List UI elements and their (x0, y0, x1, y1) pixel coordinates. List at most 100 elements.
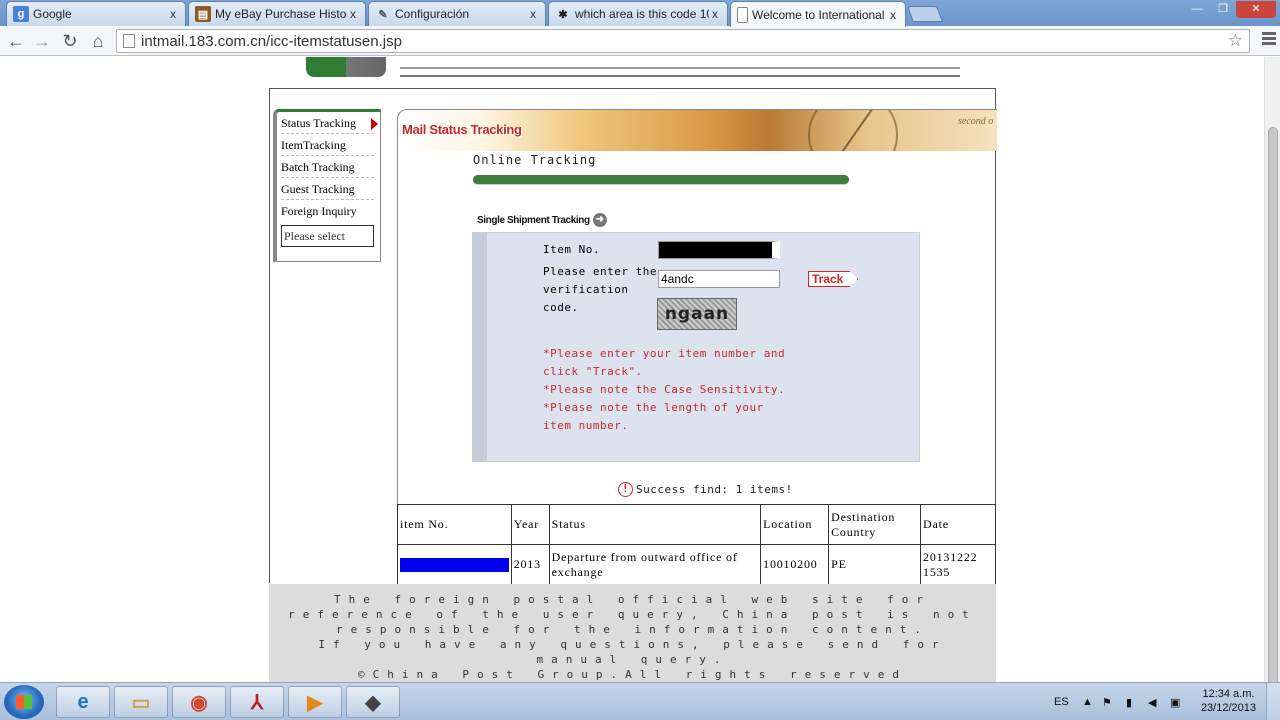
system-clock[interactable]: 12:34 a.m. 23/12/2013 (1201, 687, 1256, 715)
sidebar-item-label: Batch Tracking (281, 160, 355, 174)
sidebar-item-status-tracking[interactable]: Status Tracking (281, 112, 378, 134)
location-cell: 10010200 (760, 544, 830, 585)
alert-icon: ! (618, 482, 633, 497)
page-scrollbar[interactable] (1264, 57, 1280, 717)
tab-close-icon[interactable]: x (347, 7, 359, 21)
tracking-form: Item No. Please enter the verification c… (472, 232, 920, 462)
single-shipment-text: Single Shipment Tracking (477, 214, 590, 226)
note-line: *Please enter your item number and click… (543, 347, 786, 378)
arrow-circle-icon: ➜ (592, 213, 607, 227)
sidebar-item-label: Guest Tracking (281, 182, 355, 196)
media-player-icon[interactable]: ▶ (288, 686, 342, 718)
header-logo-fragment (306, 57, 386, 77)
tab-configuracion[interactable]: ✎ Configuración x (368, 1, 546, 26)
home-icon[interactable]: ⌂ (86, 30, 110, 52)
sidebar-item-label: Foreign Inquiry (281, 204, 357, 218)
app-icon[interactable]: ◆ (346, 686, 400, 718)
ebay-favicon-icon: ▤ (195, 6, 211, 22)
reload-icon[interactable]: ↻ (58, 30, 82, 52)
sidebar-item-item-tracking[interactable]: ItemTracking (281, 134, 374, 156)
bookmark-star-icon[interactable]: ☆ (1228, 31, 1243, 51)
file-explorer-icon[interactable]: ▭ (114, 686, 168, 718)
show-desktop-button[interactable] (1266, 683, 1280, 720)
tray-expand-icon[interactable]: ▲ (1082, 683, 1093, 720)
wrench-icon: ✎ (378, 8, 388, 21)
chrome-icon[interactable]: ◉ (172, 686, 226, 718)
single-shipment-label: Single Shipment Tracking ➜ (477, 213, 607, 227)
maximize-icon[interactable]: ❐ (1210, 1, 1236, 18)
footer-copyright: ©China Post Group.All rights reserved (357, 668, 908, 681)
tab-active-international[interactable]: Welcome to International x (730, 1, 906, 27)
volume-icon[interactable]: ◀ (1148, 683, 1156, 720)
banner-title: Mail Status Tracking (402, 122, 522, 137)
tab-close-icon[interactable]: x (887, 8, 899, 22)
banner: second o Mail Status Tracking (398, 110, 997, 151)
sidebar-item-foreign-inquiry[interactable]: Foreign Inquiry (281, 200, 374, 222)
network-icon[interactable]: ▮ (1126, 683, 1132, 720)
browser-toolbar: ← → ↻ ⌂ intmail.183.com.cn/icc-itemstatu… (0, 26, 1280, 56)
sidebar-item-label: ItemTracking (281, 138, 346, 152)
tab-google[interactable]: g Google x (6, 1, 186, 26)
language-indicator[interactable]: ES (1054, 683, 1069, 720)
tab-label: Google (33, 7, 72, 21)
window-controls: — ❐ ✕ (1184, 1, 1276, 18)
url-text: intmail.183.com.cn/icc-itemstatusen.jsp (141, 32, 402, 50)
compass-illustration (808, 110, 898, 151)
device-icon[interactable]: ▣ (1170, 683, 1180, 720)
track-button[interactable]: Track (808, 271, 859, 287)
item-number-label: Item No. (543, 243, 600, 256)
tab-label: Configuración (395, 7, 470, 21)
close-window-icon[interactable]: ✕ (1236, 1, 1276, 18)
item-number-input[interactable] (658, 241, 780, 259)
tab-label: which area is this code 10( (575, 7, 709, 21)
sidebar-select[interactable]: Please select (281, 225, 374, 247)
item-number-cell[interactable] (397, 544, 512, 585)
column-header: Year (510, 504, 550, 545)
page-footer: The foreign postal official web site for… (269, 584, 996, 682)
tab-close-icon[interactable]: x (527, 7, 539, 21)
sidebar-item-batch-tracking[interactable]: Batch Tracking (281, 156, 374, 178)
tab-close-icon[interactable]: x (167, 7, 179, 21)
tab-forum[interactable]: ✱ which area is this code 10( x (548, 1, 728, 26)
date-cell: 20131222 1535 (920, 544, 996, 585)
tab-close-icon[interactable]: x (709, 7, 721, 21)
page-title: Online Tracking (473, 153, 597, 167)
banner-script-text: second o (958, 116, 994, 127)
clock-time: 12:34 a.m. (1202, 688, 1255, 700)
verification-label: Please enter the verification code. (543, 265, 657, 314)
column-header: Date (920, 504, 996, 545)
sidebar-item-label: Status Tracking (281, 116, 357, 130)
verification-code-input[interactable]: 4andc (658, 270, 780, 288)
scrollbar-thumb[interactable] (1268, 127, 1278, 717)
arrow-right-icon (371, 118, 378, 130)
redacted-item-number (400, 557, 509, 572)
main-frame: Status Tracking ItemTracking Batch Track… (269, 88, 997, 585)
back-arrow-icon[interactable]: ← (4, 30, 28, 52)
acrobat-icon[interactable]: ⅄ (230, 686, 284, 718)
results-table: item No. Year Status Location Destinatio… (397, 504, 996, 585)
column-header: Location (760, 504, 830, 545)
forum-favicon-icon: ✱ (558, 8, 568, 21)
google-favicon-icon: g (13, 6, 29, 22)
footer-disclaimer: The foreign postal official web site for… (288, 593, 977, 636)
minimize-icon[interactable]: — (1184, 1, 1210, 18)
note-line: *Please note the length of your item num… (543, 401, 764, 432)
page-icon (737, 6, 748, 23)
title-underline-bar (473, 175, 849, 184)
forward-arrow-icon[interactable]: → (30, 30, 54, 52)
chrome-menu-icon[interactable] (1262, 32, 1276, 47)
form-stripe (473, 233, 487, 461)
browser-tab-strip: g Google x ▤ My eBay Purchase History x … (0, 0, 1280, 27)
address-bar[interactable]: intmail.183.com.cn/icc-itemstatusen.jsp … (116, 29, 1250, 53)
start-button[interactable] (4, 685, 44, 719)
action-center-flag-icon[interactable]: ⚑ (1102, 683, 1112, 720)
taskbar: e ▭ ◉ ⅄ ▶ ◆ ES ▲ ⚑ ▮ ◀ ▣ 12:34 a.m. 23/1… (0, 682, 1280, 720)
internet-explorer-icon[interactable]: e (56, 686, 110, 718)
sidebar-item-guest-tracking[interactable]: Guest Tracking (281, 178, 374, 200)
tab-ebay[interactable]: ▤ My eBay Purchase History x (188, 1, 366, 26)
form-notes: *Please enter your item number and click… (543, 345, 793, 435)
captcha-image: ngaan (657, 298, 737, 330)
tab-label: My eBay Purchase History (215, 7, 347, 21)
tab-label: Welcome to International (752, 7, 885, 22)
new-tab-button[interactable] (907, 6, 943, 22)
